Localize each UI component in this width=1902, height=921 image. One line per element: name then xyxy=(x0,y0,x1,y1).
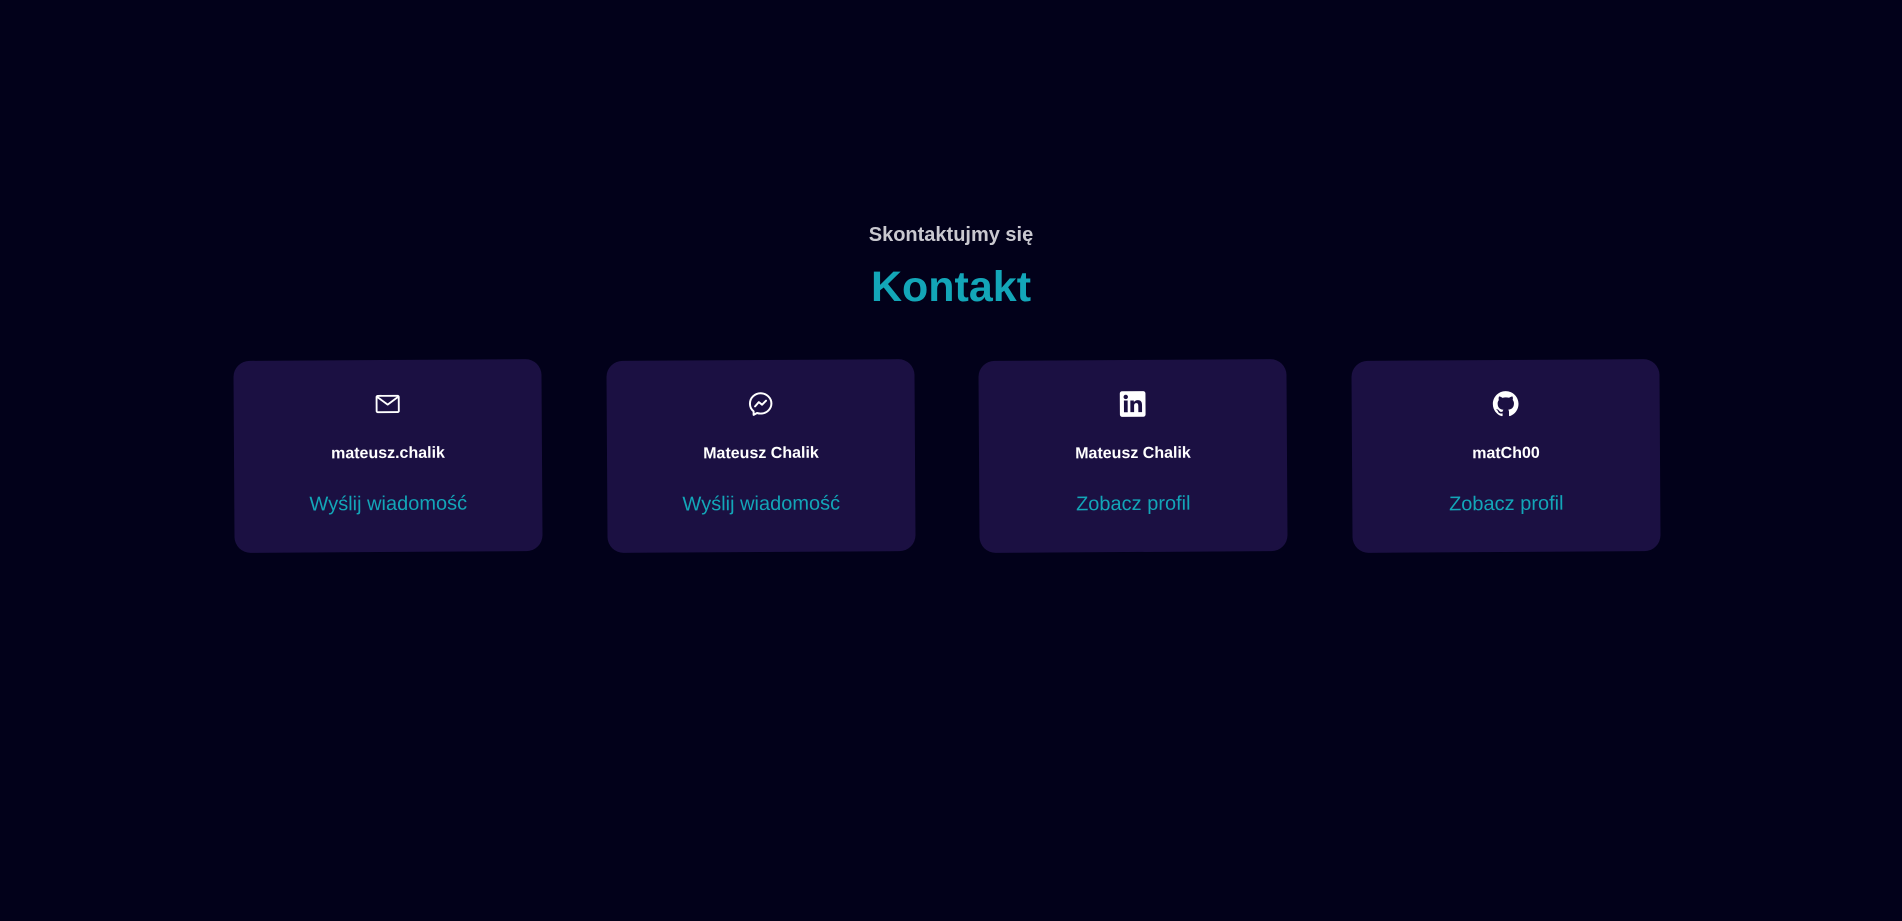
send-email-link[interactable]: Wyślij wiadomość xyxy=(234,491,542,517)
contact-name: mateusz.chalik xyxy=(331,444,445,463)
contact-card-messenger: Mateusz Chalik Wyślij wiadomość xyxy=(606,359,916,553)
view-profile-link[interactable]: Zobacz profil xyxy=(979,491,1287,517)
view-profile-link[interactable]: Zobacz profil xyxy=(1352,491,1660,517)
contact-name: Mateusz Chalik xyxy=(703,444,819,463)
contact-name: Mateusz Chalik xyxy=(1075,444,1191,463)
section-title: Kontakt xyxy=(870,263,1032,311)
contact-cards: mateusz.chalik Wyślij wiadomość Mateusz … xyxy=(233,359,1661,553)
mail-icon xyxy=(374,390,402,418)
send-message-link[interactable]: Wyślij wiadomość xyxy=(607,491,915,517)
contact-card-linkedin: Mateusz Chalik Zobacz profil xyxy=(978,359,1288,553)
contact-card-github: matCh00 Zobacz profil xyxy=(1351,359,1661,553)
contact-card-email: mateusz.chalik Wyślij wiadomość xyxy=(233,359,543,553)
contact-page: Skontaktujmy się Kontakt mateusz.chalik … xyxy=(0,0,1902,921)
messenger-icon xyxy=(747,390,775,418)
linkedin-icon xyxy=(1119,390,1147,418)
contact-name: matCh00 xyxy=(1472,444,1540,463)
section-subtitle: Skontaktujmy się xyxy=(868,224,1034,246)
github-icon xyxy=(1492,390,1520,418)
